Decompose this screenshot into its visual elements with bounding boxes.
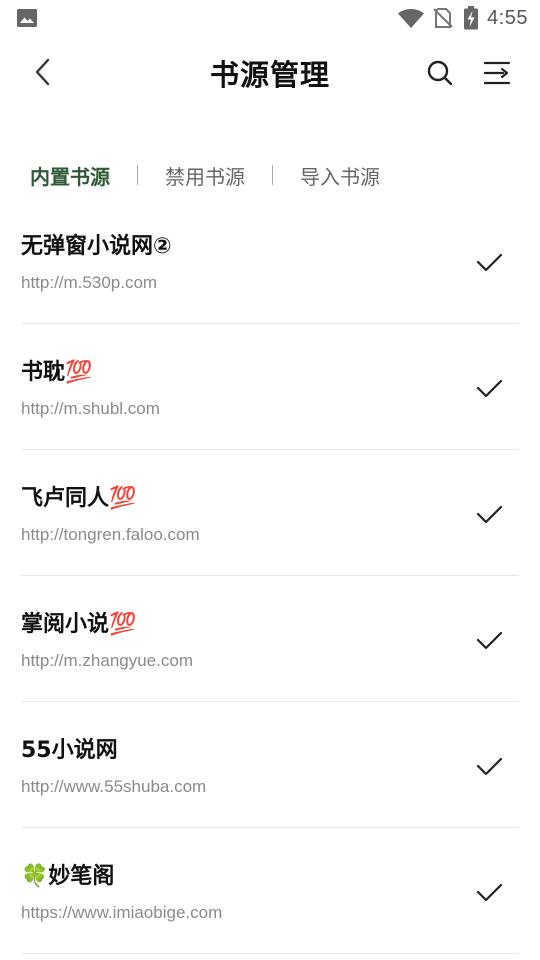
source-item[interactable]: 55小说网 http://www.55shuba.com: [0, 702, 540, 828]
status-icons: 4:55: [397, 6, 528, 30]
check-icon[interactable]: [474, 625, 504, 655]
source-name: 飞卢同人💯: [21, 486, 137, 511]
source-name: 无弹窗小说网②: [21, 234, 172, 259]
search-icon[interactable]: [424, 57, 456, 89]
source-url: https://www.imiaobige.com: [21, 903, 223, 922]
wifi-icon: [398, 9, 425, 28]
source-url: http://www.55shuba.com: [21, 777, 207, 796]
source-item[interactable]: 无弹窗小说网② http://m.530p.com: [0, 198, 540, 324]
menu-icon[interactable]: [481, 57, 513, 89]
source-url: http://m.shubl.com: [21, 399, 160, 418]
check-icon[interactable]: [474, 373, 504, 403]
divider: [21, 953, 519, 954]
status-bar: 4:55: [0, 0, 540, 36]
check-icon[interactable]: [474, 751, 504, 781]
source-name: 55小说网: [21, 738, 118, 763]
source-name: 🍀妙笔阁: [21, 864, 115, 889]
toolbar: 书源管理: [0, 44, 540, 102]
tab-builtin-sources[interactable]: 内置书源: [30, 161, 110, 190]
tab-divider: [272, 165, 273, 185]
source-url: http://m.zhangyue.com: [21, 651, 193, 670]
battery-charging-icon: [464, 6, 479, 30]
source-url: http://m.530p.com: [21, 273, 158, 292]
page-title: 书源管理: [209, 58, 330, 92]
source-list: 无弹窗小说网② http://m.530p.com 书耽💯 http://m.s…: [0, 198, 540, 954]
tab-imported-sources[interactable]: 导入书源: [300, 161, 380, 190]
check-icon[interactable]: [474, 877, 504, 907]
no-sim-icon: [433, 8, 453, 28]
source-url: http://tongren.faloo.com: [21, 525, 200, 544]
tab-divider: [137, 165, 138, 185]
image-notification-icon: [17, 9, 37, 27]
source-tabs: 内置书源 禁用书源 导入书源: [30, 158, 380, 192]
source-name: 书耽💯: [21, 360, 93, 385]
source-item[interactable]: 飞卢同人💯 http://tongren.faloo.com: [0, 450, 540, 576]
source-name: 掌阅小说💯: [21, 612, 137, 637]
status-time: 4:55: [487, 6, 528, 29]
source-item[interactable]: 书耽💯 http://m.shubl.com: [0, 324, 540, 450]
tab-disabled-sources[interactable]: 禁用书源: [165, 161, 245, 190]
source-item[interactable]: 🍀妙笔阁 https://www.imiaobige.com: [0, 828, 540, 954]
check-icon[interactable]: [474, 247, 504, 277]
source-item[interactable]: 掌阅小说💯 http://m.zhangyue.com: [0, 576, 540, 702]
check-icon[interactable]: [474, 499, 504, 529]
